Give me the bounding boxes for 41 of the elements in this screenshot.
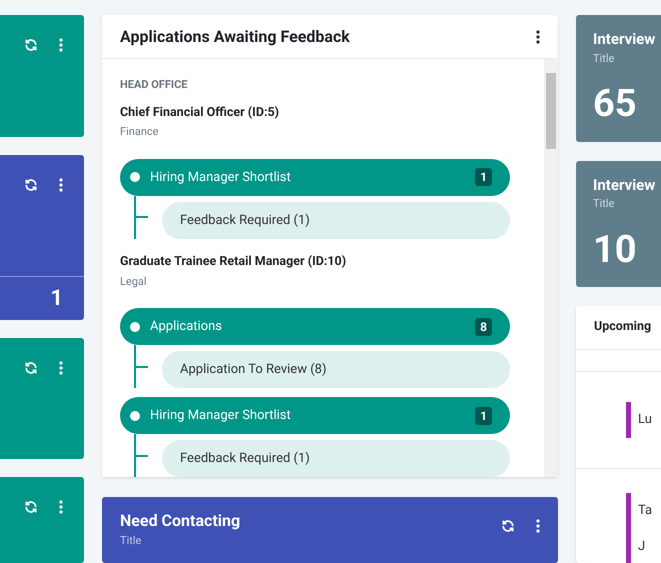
- stat-value: 65: [593, 85, 638, 123]
- scrollbar[interactable]: [544, 59, 558, 477]
- count-badge: 1: [475, 168, 492, 186]
- card-subtitle: Title: [120, 533, 142, 549]
- event-label[interactable]: J: [638, 537, 646, 557]
- count-badge: 8: [475, 318, 492, 336]
- stage-pill[interactable]: Hiring Manager Shortlist 1: [120, 158, 510, 196]
- refresh-icon[interactable]: [24, 38, 38, 52]
- department-label: Legal: [120, 274, 148, 290]
- card-subtitle: Title: [593, 50, 616, 66]
- job-title: Chief Financial Officer (ID:5): [120, 104, 280, 122]
- refresh-icon[interactable]: [24, 500, 38, 514]
- stage-pill[interactable]: Hiring Manager Shortlist 1: [120, 397, 510, 434]
- bullet-icon: [130, 410, 140, 420]
- substage-pill[interactable]: Feedback Required (1): [162, 440, 510, 477]
- more-icon[interactable]: [536, 519, 540, 533]
- more-icon[interactable]: [59, 178, 63, 192]
- refresh-icon[interactable]: [501, 519, 515, 533]
- card-title: Interview: [593, 174, 656, 196]
- refresh-icon[interactable]: [24, 178, 38, 192]
- tile-count: 1: [50, 284, 63, 312]
- substage-pill[interactable]: Feedback Required (1): [162, 202, 510, 239]
- group-heading: HEAD OFFICE: [120, 77, 188, 93]
- event-label[interactable]: Lu: [638, 410, 652, 430]
- bullet-icon: [130, 172, 140, 182]
- job-title: Graduate Trainee Retail Manager (ID:10): [120, 252, 348, 271]
- substage-pill[interactable]: Application To Review (8): [162, 351, 510, 388]
- event-label[interactable]: Ta: [638, 501, 652, 521]
- refresh-icon[interactable]: [24, 360, 38, 374]
- more-icon[interactable]: [536, 30, 540, 44]
- department-label: Finance: [120, 124, 160, 140]
- card-title: Upcoming: [594, 318, 652, 336]
- card-subtitle: Title: [593, 196, 616, 212]
- stage-pill[interactable]: Applications 8: [120, 308, 510, 345]
- count-badge: 1: [475, 406, 492, 424]
- stat-value: 10: [593, 230, 638, 268]
- card-title: Need Contacting: [120, 510, 240, 532]
- card-title: Applications Awaiting Feedback: [120, 26, 350, 48]
- event-bar: [626, 402, 631, 438]
- bullet-icon: [130, 322, 140, 332]
- card-title: Interview: [593, 29, 656, 50]
